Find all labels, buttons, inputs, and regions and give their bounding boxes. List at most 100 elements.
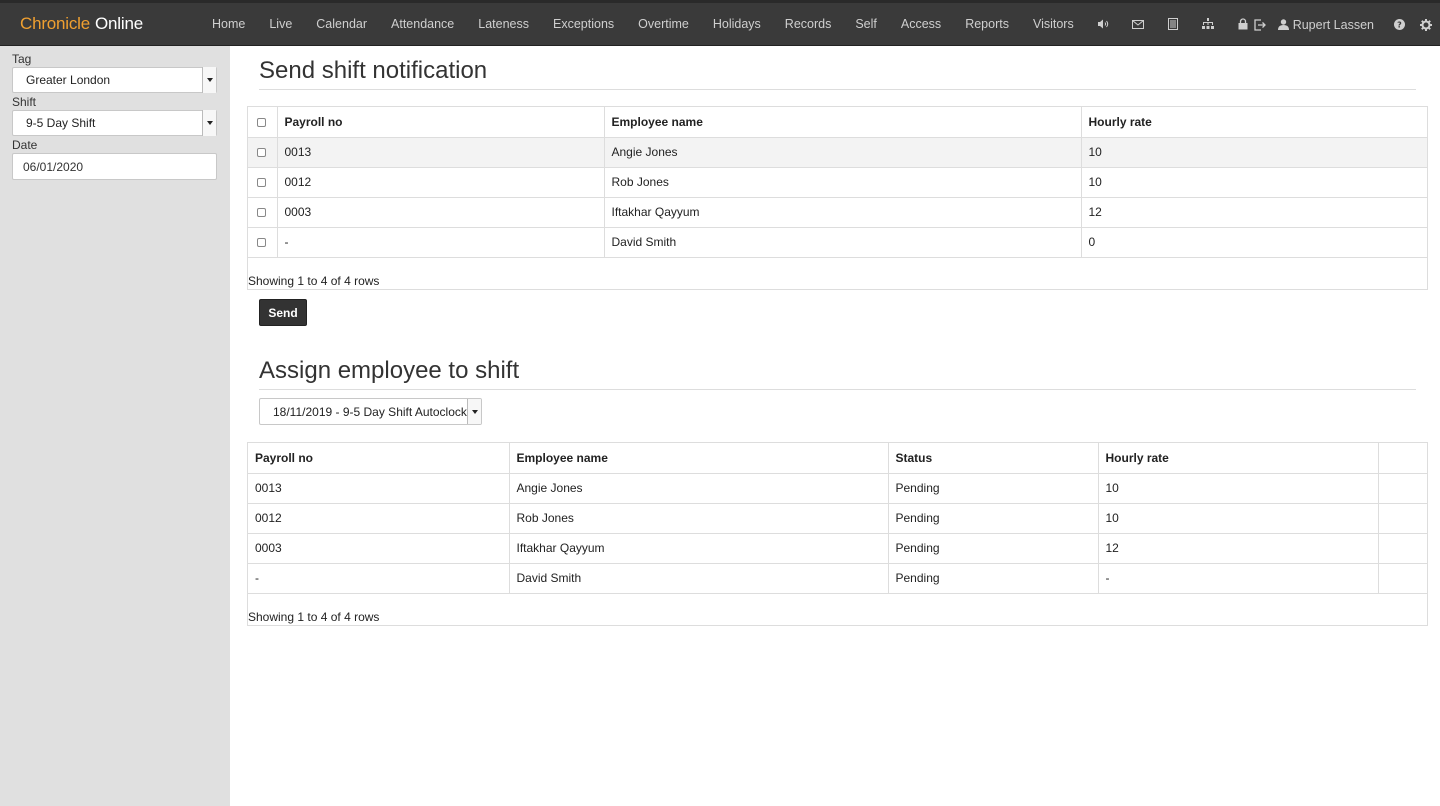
logout-icon[interactable]: [1243, 18, 1278, 31]
main-content: Send shift notification Payroll no Emplo…: [230, 46, 1440, 806]
select-all-cell: [248, 107, 278, 138]
assign-shift-value: 18/11/2019 - 9-5 Day Shift Autoclocking: [273, 404, 467, 419]
table-row[interactable]: 0013 Angie Jones Pending 10: [248, 473, 1427, 504]
divider: [259, 89, 1416, 90]
column-header[interactable]: Employee name: [604, 107, 1082, 138]
table-row[interactable]: - David Smith Pending -: [248, 563, 1427, 594]
speaker-icon[interactable]: [1086, 19, 1121, 29]
date-input[interactable]: [12, 153, 217, 180]
assign-table: Payroll no Employee name Status Hourly r…: [247, 442, 1428, 626]
top-navbar: Chronicle Online Home Live Calendar Atte…: [0, 0, 1440, 46]
payroll-cell: -: [248, 563, 510, 594]
nav-menu: Home Live Calendar Attendance Lateness E…: [200, 17, 1261, 31]
name-cell: Angie Jones: [604, 137, 1082, 168]
action-cell: [1378, 533, 1427, 564]
column-header[interactable]: Hourly rate: [1098, 443, 1379, 474]
nav-self[interactable]: Self: [843, 17, 889, 31]
assign-shift-select[interactable]: 18/11/2019 - 9-5 Day Shift Autoclocking: [259, 398, 482, 425]
column-header[interactable]: Status: [888, 443, 1099, 474]
column-header[interactable]: Hourly rate: [1081, 107, 1427, 138]
payroll-cell: 0013: [248, 473, 510, 504]
tag-select[interactable]: Greater London: [12, 67, 217, 93]
date-label: Date: [12, 138, 38, 152]
user-name: Rupert Lassen: [1292, 17, 1374, 32]
svg-text:?: ?: [1397, 21, 1402, 30]
shift-select[interactable]: 9-5 Day Shift: [12, 110, 217, 136]
nav-records[interactable]: Records: [773, 17, 844, 31]
rate-cell: 10: [1098, 503, 1379, 534]
action-cell: [1378, 503, 1427, 534]
pagination-info: Showing 1 to 4 of 4 rows: [248, 273, 380, 288]
status-cell: Pending: [888, 533, 1099, 564]
nav-lateness[interactable]: Lateness: [466, 17, 541, 31]
hierarchy-icon[interactable]: [1191, 18, 1226, 30]
nav-exceptions[interactable]: Exceptions: [541, 17, 626, 31]
shift-select-value: 9-5 Day Shift: [26, 116, 96, 130]
payroll-cell: -: [277, 227, 605, 258]
rate-cell: 0: [1081, 227, 1427, 258]
column-header: [1378, 443, 1427, 474]
name-cell: Iftakhar Qayyum: [604, 197, 1082, 228]
row-checkbox[interactable]: [257, 238, 266, 248]
rate-cell: 10: [1098, 473, 1379, 504]
table-row[interactable]: 0013 Angie Jones 10: [248, 137, 1427, 168]
chevron-down-icon: [202, 67, 216, 93]
nav-holidays[interactable]: Holidays: [701, 17, 773, 31]
shift-label: Shift: [12, 95, 37, 109]
rate-cell: -: [1098, 563, 1379, 594]
send-button[interactable]: Send: [259, 299, 307, 326]
row-checkbox[interactable]: [257, 148, 266, 158]
table-row[interactable]: 0012 Rob Jones 10: [248, 167, 1427, 198]
nav-attendance[interactable]: Attendance: [379, 17, 466, 31]
nav-access[interactable]: Access: [889, 17, 953, 31]
user-menu[interactable]: Rupert Lassen: [1277, 17, 1374, 32]
payroll-cell: 0003: [248, 533, 510, 564]
rate-cell: 10: [1081, 167, 1427, 198]
payroll-cell: 0012: [248, 503, 510, 534]
payroll-cell: 0003: [277, 197, 605, 228]
name-cell: David Smith: [509, 563, 889, 594]
divider: [259, 389, 1416, 390]
column-header[interactable]: Payroll no: [248, 443, 510, 474]
nav-overtime[interactable]: Overtime: [626, 17, 701, 31]
action-cell: [1378, 563, 1427, 594]
assign-employee-title: Assign employee to shift: [259, 357, 520, 384]
payroll-cell: 0012: [277, 167, 605, 198]
table-row[interactable]: 0003 Iftakhar Qayyum 12: [248, 197, 1427, 228]
name-cell: Iftakhar Qayyum: [509, 533, 889, 564]
brand-part1: Chronicle: [20, 14, 91, 33]
row-checkbox[interactable]: [257, 178, 266, 188]
pagination-info: Showing 1 to 4 of 4 rows: [248, 609, 380, 624]
filter-sidebar: Tag Greater London Shift 9-5 Day Shift D…: [0, 46, 230, 806]
name-cell: Angie Jones: [509, 473, 889, 504]
user-icon: [1277, 19, 1289, 30]
list-icon[interactable]: [1156, 18, 1191, 30]
table-row[interactable]: 0003 Iftakhar Qayyum Pending 12: [248, 533, 1427, 564]
nav-live[interactable]: Live: [257, 17, 304, 31]
column-header[interactable]: Payroll no: [277, 107, 605, 138]
column-header[interactable]: Employee name: [509, 443, 889, 474]
tag-label: Tag: [12, 52, 32, 66]
name-cell: Rob Jones: [509, 503, 889, 534]
rate-cell: 12: [1098, 533, 1379, 564]
brand-logo[interactable]: Chronicle Online: [20, 14, 180, 34]
payroll-cell: 0013: [277, 137, 605, 168]
tag-select-value: Greater London: [26, 73, 111, 87]
nav-reports[interactable]: Reports: [953, 17, 1021, 31]
nav-right: Rupert Lassen ?: [1243, 3, 1440, 46]
select-all-checkbox[interactable]: [257, 118, 266, 128]
help-icon[interactable]: ?: [1386, 19, 1412, 30]
status-cell: Pending: [888, 503, 1099, 534]
nav-calendar[interactable]: Calendar: [304, 17, 379, 31]
action-cell: [1378, 473, 1427, 504]
envelope-icon[interactable]: [1121, 19, 1156, 29]
status-cell: Pending: [888, 563, 1099, 594]
gear-icon[interactable]: [1412, 18, 1440, 31]
nav-home[interactable]: Home: [200, 17, 257, 31]
nav-visitors[interactable]: Visitors: [1021, 17, 1086, 31]
table-row[interactable]: - David Smith 0: [248, 227, 1427, 258]
name-cell: David Smith: [604, 227, 1082, 258]
name-cell: Rob Jones: [604, 167, 1082, 198]
table-row[interactable]: 0012 Rob Jones Pending 10: [248, 503, 1427, 534]
row-checkbox[interactable]: [257, 208, 266, 218]
